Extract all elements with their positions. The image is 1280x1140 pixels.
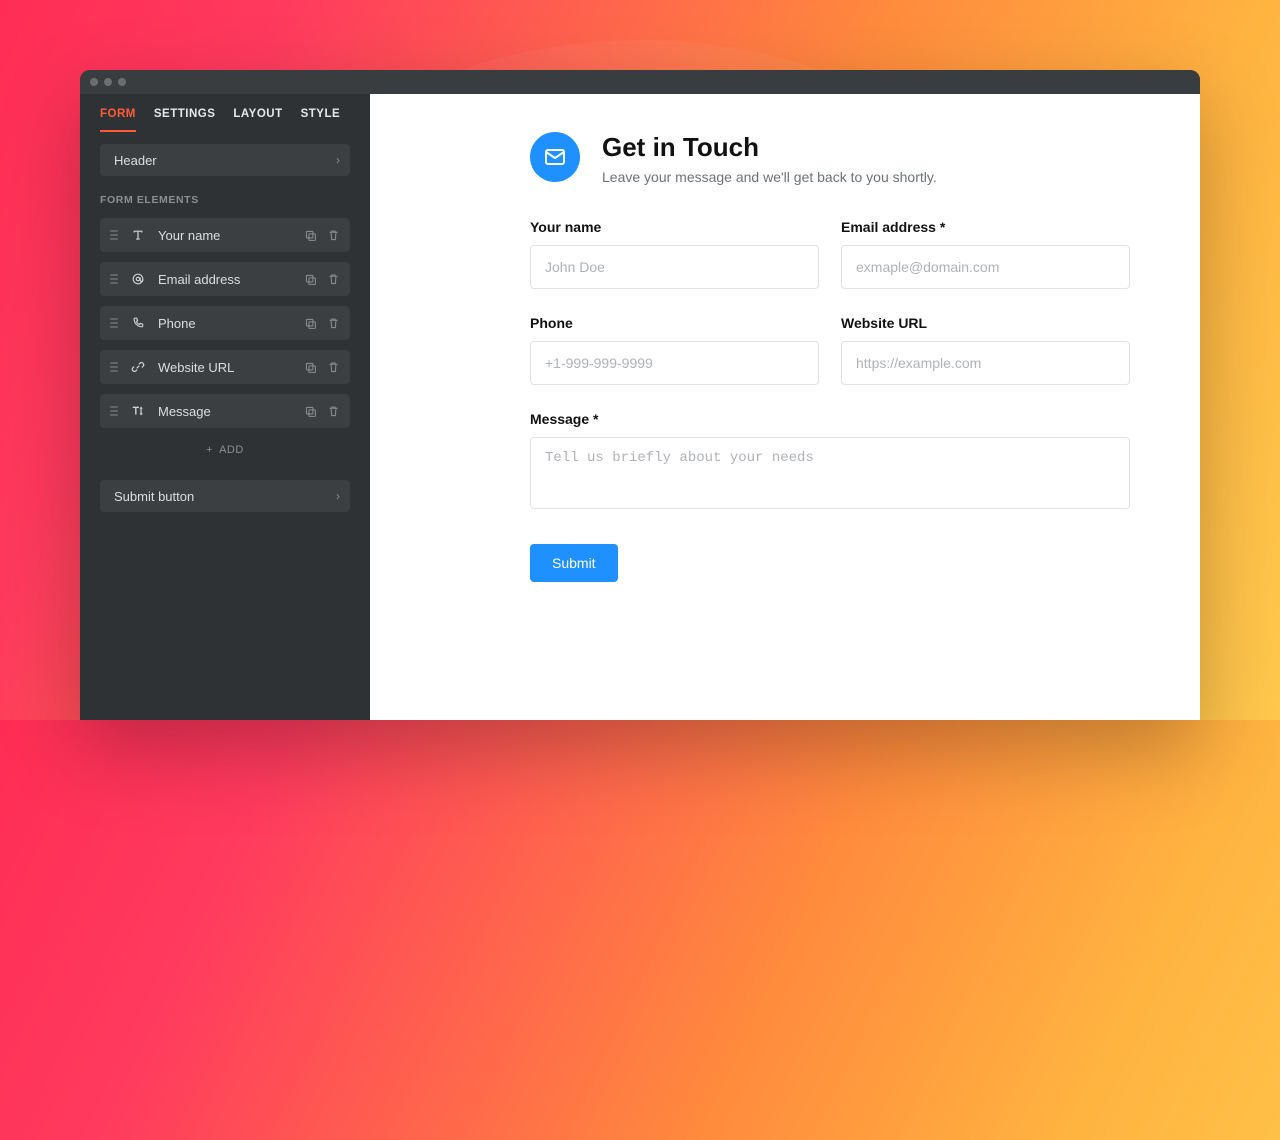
trash-icon[interactable] [327,405,340,418]
element-row-website[interactable]: Website URL [100,350,350,384]
window-titlebar [80,70,1200,94]
form-header: Get in Touch Leave your message and we'l… [530,132,1130,185]
at-icon [130,271,146,287]
sidebar-section-label: FORM ELEMENTS [100,194,350,206]
drag-handle-icon[interactable] [110,406,118,416]
link-icon [130,359,146,375]
add-label: ADD [219,444,244,456]
element-label: Phone [158,316,196,331]
window-dot[interactable] [90,78,98,86]
drag-handle-icon[interactable] [110,362,118,372]
drag-handle-icon[interactable] [110,318,118,328]
field-label: Message * [530,411,1130,427]
sidebar-tabs: FORM SETTINGS LAYOUT STYLE [80,94,370,132]
tab-layout[interactable]: LAYOUT [233,108,282,132]
window-dot[interactable] [104,78,112,86]
field-website: Website URL [841,315,1130,385]
element-label: Message [158,404,211,419]
duplicate-icon[interactable] [304,273,317,286]
phone-input[interactable] [530,341,819,385]
trash-icon[interactable] [327,229,340,242]
duplicate-icon[interactable] [304,229,317,242]
element-row-name[interactable]: Your name [100,218,350,252]
element-label: Website URL [158,360,234,375]
duplicate-icon[interactable] [304,405,317,418]
add-element-button[interactable]: + ADD [100,440,350,460]
form-subtitle: Leave your message and we'll get back to… [602,169,937,185]
trash-icon[interactable] [327,273,340,286]
tab-settings[interactable]: SETTINGS [154,108,216,132]
website-input[interactable] [841,341,1130,385]
field-label: Website URL [841,315,1130,331]
trash-icon[interactable] [327,317,340,330]
sidebar-elements: Your name Email address [100,218,350,428]
chevron-right-icon: › [336,489,340,503]
name-input[interactable] [530,245,819,289]
sidebar-submit-row[interactable]: Submit button › [100,480,350,512]
element-row-phone[interactable]: Phone [100,306,350,340]
duplicate-icon[interactable] [304,317,317,330]
trash-icon[interactable] [327,361,340,374]
tab-style[interactable]: STYLE [301,108,341,132]
window-dot[interactable] [118,78,126,86]
field-phone: Phone [530,315,819,385]
field-label: Email address * [841,219,1130,235]
message-input[interactable] [530,437,1130,509]
field-label: Phone [530,315,819,331]
sidebar: FORM SETTINGS LAYOUT STYLE Header › FORM… [80,94,370,720]
email-input[interactable] [841,245,1130,289]
sidebar-header-row[interactable]: Header › [100,144,350,176]
field-name: Your name [530,219,819,289]
sidebar-submit-label: Submit button [114,489,194,504]
text-height-icon [130,403,146,419]
field-message: Message * [530,411,1130,514]
element-row-message[interactable]: Message [100,394,350,428]
app-window: FORM SETTINGS LAYOUT STYLE Header › FORM… [80,70,1200,720]
submit-button[interactable]: Submit [530,544,618,582]
form-canvas: Get in Touch Leave your message and we'l… [370,94,1200,720]
text-icon [130,227,146,243]
drag-handle-icon[interactable] [110,274,118,284]
element-row-email[interactable]: Email address [100,262,350,296]
field-email: Email address * [841,219,1130,289]
plus-icon: + [206,444,213,456]
element-label: Email address [158,272,240,287]
sidebar-header-label: Header [114,153,157,168]
mail-icon [530,132,580,182]
field-label: Your name [530,219,819,235]
drag-handle-icon[interactable] [110,230,118,240]
form-title: Get in Touch [602,132,937,163]
tab-form[interactable]: FORM [100,108,136,132]
phone-icon [130,315,146,331]
chevron-right-icon: › [336,153,340,167]
duplicate-icon[interactable] [304,361,317,374]
element-label: Your name [158,228,220,243]
